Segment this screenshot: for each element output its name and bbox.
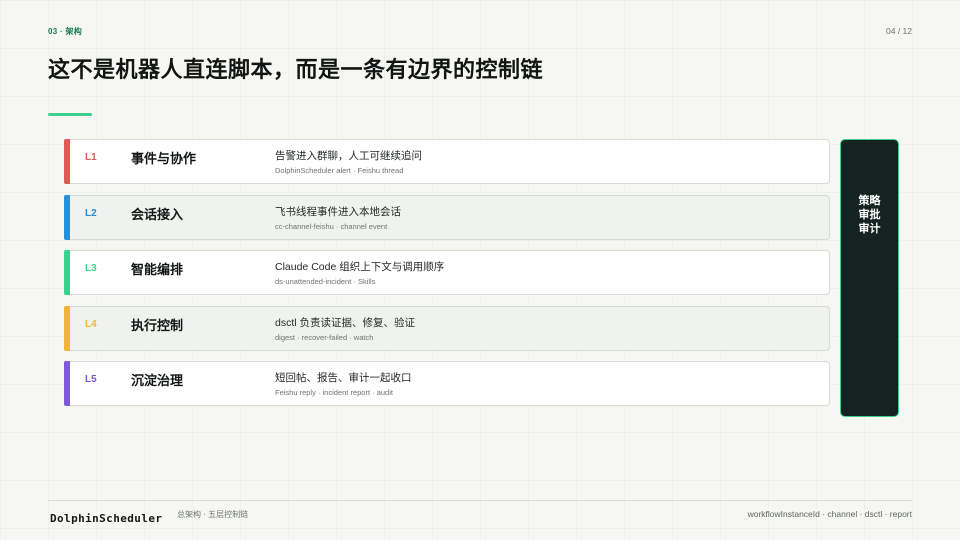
layer-name: 执行控制 [131, 317, 184, 333]
layer-row-l4: L4 执行控制 dsctl 负责读证据、修复、验证 digest · recov… [64, 305, 830, 351]
layer-description: 飞书线程事件进入本地会话 [275, 205, 401, 218]
layer-code: L5 [85, 374, 97, 385]
layer-code: L2 [85, 207, 97, 219]
layer-components: Feishu reply · incident report · audit [275, 388, 393, 397]
layer-stripe [64, 361, 70, 406]
layer-code: L4 [85, 318, 97, 330]
section-kicker: 03 · 架构 [48, 27, 83, 36]
layer-components: DolphinScheduler alert · Feishu thread [275, 166, 404, 175]
layer-name: 智能编排 [131, 262, 184, 277]
layer-description: 告警进入群聊，人工可继续追问 [275, 150, 422, 162]
layer-description: 短回帖、报告、审计一起收口 [275, 372, 412, 384]
page-number: 04 / 12 [886, 26, 912, 36]
layer-description: dsctl 负责读证据、修复、验证 [275, 316, 416, 329]
footer-divider [48, 500, 912, 501]
layer-stripe [64, 305, 70, 351]
layer-row-l1: L1 事件与协作 告警进入群聊，人工可继续追问 DolphinScheduler… [64, 139, 830, 184]
brand-logo: DolphinScheduler [50, 512, 163, 525]
layer-stripe [64, 250, 70, 295]
policy-governance-panel: 策略 审批 审计 [840, 139, 899, 417]
page-title: 这不是机器人直连脚本，而是一条有边界的控制链 [48, 57, 544, 82]
layer-name: 沉淀治理 [131, 373, 184, 388]
layer-components: cc-channel-feishu · channel event [275, 221, 388, 231]
layer-stack: L1 事件与协作 告警进入群聊，人工可继续追问 DolphinScheduler… [64, 139, 830, 417]
policy-label-approval: 审批 [858, 209, 881, 221]
footer-caption: 总架构 · 五层控制链 [177, 510, 249, 519]
layer-components: digest · recover-failed · watch [275, 332, 374, 342]
layer-description: Claude Code 组织上下文与调用顺序 [275, 261, 445, 273]
layer-code: L1 [85, 152, 97, 163]
layer-row-l5: L5 沉淀治理 短回帖、报告、审计一起收口 Feishu reply · inc… [64, 361, 830, 406]
policy-label-audit: 审计 [858, 223, 881, 235]
layer-stripe [64, 139, 70, 184]
slide: 03 · 架构 04 / 12 这不是机器人直连脚本，而是一条有边界的控制链 L… [0, 0, 960, 540]
layer-row-l2: L2 会话接入 飞书线程事件进入本地会话 cc-channel-feishu ·… [64, 194, 830, 240]
layer-components: ds-unattended-incident · Skills [275, 277, 376, 286]
layer-name: 会话接入 [131, 206, 184, 222]
title-accent-bar [48, 113, 92, 116]
layer-code: L3 [85, 263, 97, 274]
policy-label-strategy: 策略 [858, 195, 881, 207]
layer-row-l3: L3 智能编排 Claude Code 组织上下文与调用顺序 ds-unatte… [64, 250, 830, 295]
footer-keywords: workflowInstanceId · channel · dsctl · r… [747, 509, 912, 519]
policy-label: 策略 审批 审计 [841, 194, 898, 236]
layer-name: 事件与协作 [131, 151, 197, 166]
layer-stripe [64, 194, 70, 240]
